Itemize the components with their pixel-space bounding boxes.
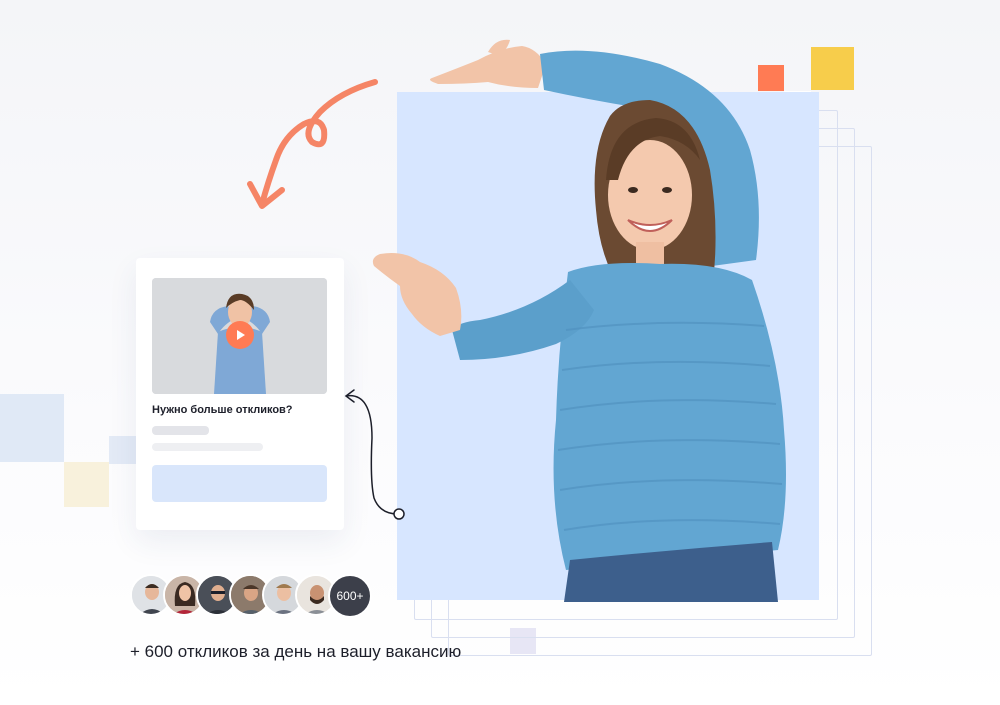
deco-square-blue-small xyxy=(109,436,137,464)
video-thumbnail[interactable] xyxy=(152,278,327,394)
caption-text: + 600 откликов за день на вашу вакансию xyxy=(130,642,462,661)
curly-arrow-icon xyxy=(247,79,378,209)
raised-hand xyxy=(430,46,546,88)
vacancy-card: Нужно больше откликов? xyxy=(136,258,344,530)
deco-square-yellow-faded xyxy=(64,462,109,507)
cta-button-placeholder[interactable] xyxy=(152,465,327,502)
applicant-count-badge: 600+ xyxy=(328,574,372,618)
deco-square-blue-large xyxy=(0,394,64,462)
play-icon[interactable] xyxy=(226,321,254,349)
card-title: Нужно больше откликов? xyxy=(152,404,293,416)
applicant-avatars: 600+ xyxy=(130,574,380,618)
skeleton-line-long xyxy=(152,443,263,451)
pointing-hand xyxy=(372,253,462,336)
connector-arrow-icon xyxy=(344,389,405,520)
skeleton-line-short xyxy=(152,426,209,435)
hero-woman-illustration xyxy=(372,39,786,602)
